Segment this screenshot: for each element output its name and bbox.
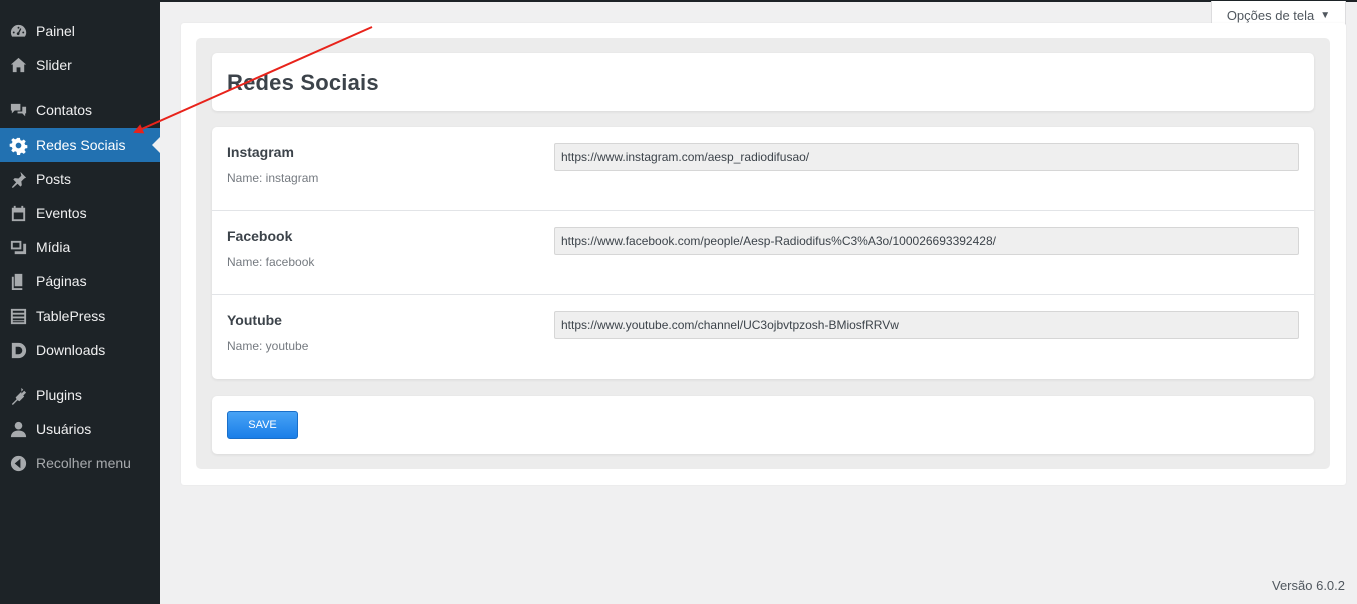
sidebar-item-posts[interactable]: Posts [0,162,160,196]
youtube-url-input[interactable] [554,311,1299,339]
comments-icon [0,93,36,127]
gear-icon [0,128,36,162]
calendar-icon [0,196,36,230]
sidebar-item-label: Contatos [36,102,93,118]
admin-sidebar: Painel Slider Contatos Redes Sociais Pos… [0,0,160,604]
sidebar-item-label: Usuários [36,421,92,437]
sidebar-item-label: Mídia [36,239,71,255]
field-label: Youtube [227,312,282,328]
title-card: Redes Sociais [212,53,1314,111]
facebook-url-input[interactable] [554,227,1299,255]
sidebar-item-label: Plugins [36,387,82,403]
sidebar-item-painel[interactable]: Painel [0,14,160,48]
plugin-icon [0,378,36,412]
field-name-hint: Name: facebook [227,255,315,269]
top-border [0,0,1357,2]
field-row-instagram: Instagram Name: instagram [212,127,1314,211]
sidebar-item-plugins[interactable]: Plugins [0,378,160,412]
version-text: Versão 6.0.2 [1272,578,1345,593]
sidebar-item-label: Downloads [36,342,106,358]
sidebar-item-label: Recolher menu [36,455,131,471]
field-label: Instagram [227,144,294,160]
collapse-icon [0,446,36,480]
field-name-hint: Name: youtube [227,339,309,353]
pages-icon [0,264,36,298]
instagram-url-input[interactable] [554,143,1299,171]
screen-options-label: Opções de tela [1226,8,1315,23]
sidebar-item-label: TablePress [36,308,106,324]
fields-card: Instagram Name: instagram Facebook Name:… [212,127,1314,379]
sidebar-item-label: Eventos [36,205,87,221]
page-title: Redes Sociais [227,70,379,95]
dashboard-icon [0,14,36,48]
table-icon [0,299,36,333]
field-row-youtube: Youtube Name: youtube [212,295,1314,379]
sidebar-item-label: Painel [36,23,75,39]
sidebar-item-contatos[interactable]: Contatos [0,93,160,127]
sidebar-item-eventos[interactable]: Eventos [0,196,160,230]
pin-icon [0,162,36,196]
sidebar-collapse-menu[interactable]: Recolher menu [0,446,160,480]
sidebar-item-slider[interactable]: Slider [0,48,160,82]
sidebar-item-label: Slider [36,57,72,73]
sidebar-item-midia[interactable]: Mídia [0,230,160,264]
sidebar-item-label: Redes Sociais [36,137,126,153]
save-button[interactable]: SAVE [227,411,298,439]
field-name-hint: Name: instagram [227,171,319,185]
sidebar-item-redes-sociais[interactable]: Redes Sociais [0,128,160,162]
sidebar-item-label: Páginas [36,273,87,289]
field-label: Facebook [227,228,293,244]
user-icon [0,412,36,446]
media-icon [0,230,36,264]
sidebar-item-paginas[interactable]: Páginas [0,264,160,298]
sidebar-item-usuarios[interactable]: Usuários [0,412,160,446]
download-d-icon [0,333,36,367]
caret-down-icon: ▼ [1320,10,1331,21]
sidebar-item-label: Posts [36,171,72,187]
field-row-facebook: Facebook Name: facebook [212,211,1314,295]
home-icon [0,48,36,82]
sidebar-item-downloads[interactable]: Downloads [0,333,160,367]
save-card: SAVE [212,396,1314,454]
sidebar-item-tablepress[interactable]: TablePress [0,299,160,333]
